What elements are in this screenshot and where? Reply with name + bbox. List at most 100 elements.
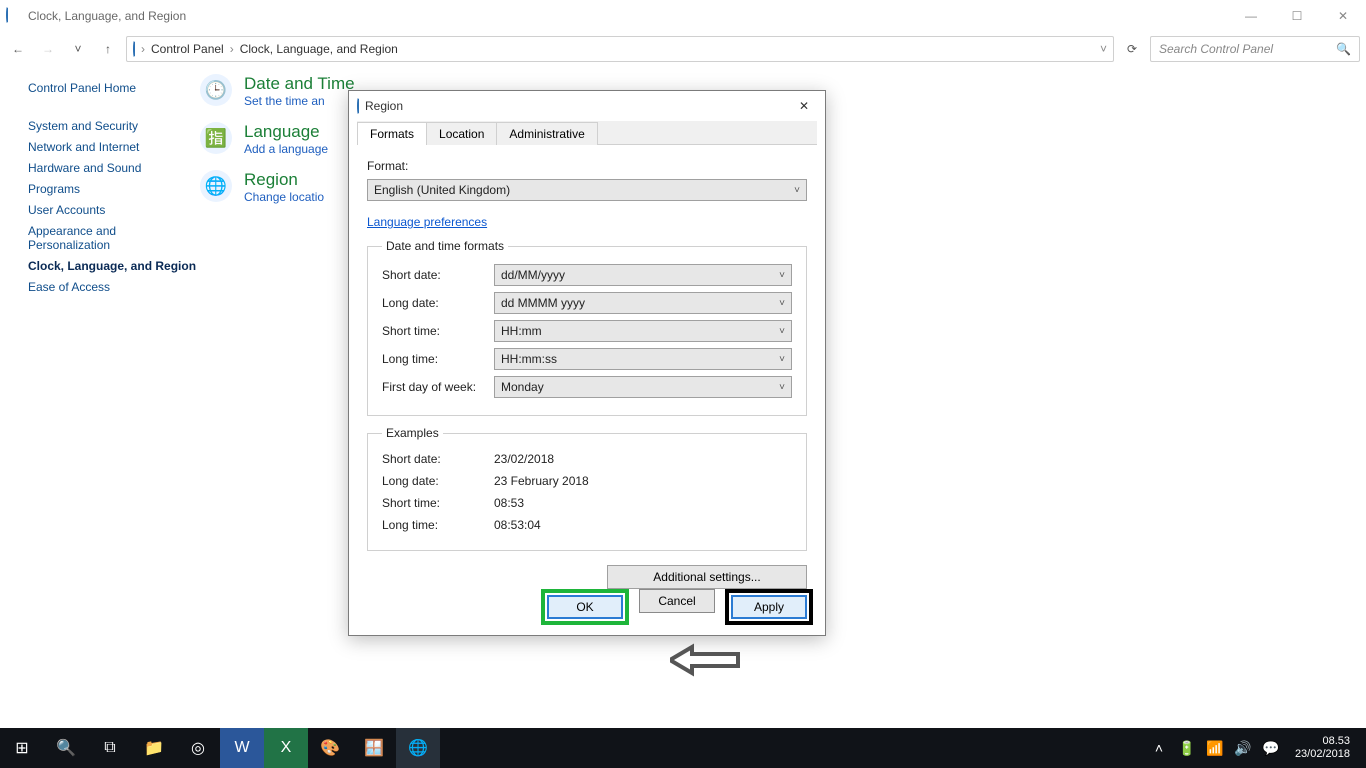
tab-formats[interactable]: Formats (357, 122, 427, 145)
long-time-value: HH:mm:ss (501, 352, 557, 366)
refresh-button[interactable]: ⟳ (1120, 37, 1144, 61)
taskbar-clock[interactable]: 08.53 23/02/2018 (1285, 735, 1360, 761)
category-title[interactable]: Region (244, 170, 324, 190)
sidebar-item-appearance[interactable]: Appearance and Personalization (28, 224, 200, 252)
nav-toolbar: ← → ˅ ↑ › Control Panel › Clock, Languag… (0, 32, 1366, 66)
chrome-icon[interactable]: ◎ (176, 728, 220, 768)
apply-button[interactable]: Apply (731, 595, 807, 619)
excel-icon[interactable]: X (264, 728, 308, 768)
sidebar-item-programs[interactable]: Programs (28, 182, 200, 196)
group-examples: Examples Short date:23/02/2018 Long date… (367, 426, 807, 551)
clock-time: 08.53 (1295, 735, 1350, 748)
ok-button[interactable]: OK (547, 595, 623, 619)
category-title[interactable]: Date and Time (244, 74, 355, 94)
window-title: Clock, Language, and Region (28, 9, 186, 23)
sidebar-item-users[interactable]: User Accounts (28, 203, 200, 217)
cancel-button[interactable]: Cancel (639, 589, 715, 613)
tray-overflow-icon[interactable]: ˄ (1145, 728, 1173, 768)
long-time-label: Long time: (382, 352, 494, 366)
short-date-value: dd/MM/yyyy (501, 268, 565, 282)
start-button[interactable]: ⊞ (0, 728, 44, 768)
format-value: English (United Kingdom) (374, 183, 510, 197)
dialog-close-button[interactable]: ✕ (791, 95, 817, 117)
format-select[interactable]: English (United Kingdom) ˅ (367, 179, 807, 201)
first-day-label: First day of week: (382, 380, 494, 394)
minimize-button[interactable]: — (1228, 0, 1274, 32)
region-dialog: Region ✕ Formats Location Administrative… (348, 90, 826, 636)
battery-icon[interactable]: 🔋 (1173, 728, 1201, 768)
chevron-down-icon: ˅ (779, 326, 785, 337)
short-time-value: HH:mm (501, 324, 542, 338)
word-icon[interactable]: W (220, 728, 264, 768)
close-button[interactable]: ✕ (1320, 0, 1366, 32)
action-center-icon[interactable]: 💬 (1257, 728, 1285, 768)
long-date-label: Long date: (382, 296, 494, 310)
category-date-time[interactable]: 🕒 Date and Time Set the time an (200, 74, 355, 108)
category-sub[interactable]: Change locatio (244, 190, 324, 204)
long-time-select[interactable]: HH:mm:ss ˅ (494, 348, 792, 370)
format-label: Format: (367, 159, 807, 173)
annotation-highlight-ok: OK (541, 589, 629, 625)
paint-icon[interactable]: 🎨 (308, 728, 352, 768)
annotation-arrow-icon (670, 643, 740, 677)
breadcrumb-sep-icon: › (141, 42, 145, 56)
window-icon (6, 8, 22, 24)
category-region[interactable]: 🌐 Region Change locatio (200, 170, 355, 204)
window-titlebar: Clock, Language, and Region — ☐ ✕ (0, 0, 1366, 32)
forward-button[interactable]: → (36, 37, 60, 61)
ex-short-date-value: 23/02/2018 (494, 452, 554, 466)
category-list: 🕒 Date and Time Set the time an 🈯 Langua… (200, 70, 355, 301)
category-sub[interactable]: Set the time an (244, 94, 325, 108)
ex-long-date-label: Long date: (382, 474, 494, 488)
long-date-value: dd MMMM yyyy (501, 296, 585, 310)
maximize-button[interactable]: ☐ (1274, 0, 1320, 32)
chevron-down-icon: ˅ (779, 382, 785, 393)
sidebar-item-home[interactable]: Control Panel Home (28, 81, 200, 95)
search-box[interactable]: Search Control Panel 🔍 (1150, 36, 1360, 62)
category-sub[interactable]: Add a language (244, 142, 328, 156)
short-time-select[interactable]: HH:mm ˅ (494, 320, 792, 342)
search-button[interactable]: 🔍 (44, 728, 88, 768)
breadcrumb-leaf[interactable]: Clock, Language, and Region (240, 42, 398, 56)
language-preferences-link[interactable]: Language preferences (367, 215, 487, 229)
tab-location[interactable]: Location (426, 122, 497, 145)
tab-administrative[interactable]: Administrative (496, 122, 597, 145)
search-icon: 🔍 (1336, 42, 1351, 56)
short-date-select[interactable]: dd/MM/yyyy ˅ (494, 264, 792, 286)
taskview-button[interactable]: ⧉ (88, 728, 132, 768)
ex-short-time-label: Short time: (382, 496, 494, 510)
up-button[interactable]: ↑ (96, 37, 120, 61)
ex-long-time-label: Long time: (382, 518, 494, 532)
wifi-icon[interactable]: 📶 (1201, 728, 1229, 768)
annotation-highlight-apply: Apply (725, 589, 813, 625)
settings-icon[interactable]: 🪟 (352, 728, 396, 768)
additional-settings-button[interactable]: Additional settings... (607, 565, 807, 589)
recent-dropdown[interactable]: ˅ (66, 37, 90, 61)
chevron-down-icon: ˅ (779, 298, 785, 309)
group-caption: Examples (382, 426, 443, 440)
back-button[interactable]: ← (6, 37, 30, 61)
ex-short-date-label: Short date: (382, 452, 494, 466)
sidebar-item-system[interactable]: System and Security (28, 119, 200, 133)
control-panel-icon[interactable]: 🌐 (396, 728, 440, 768)
category-language[interactable]: 🈯 Language Add a language (200, 122, 355, 156)
dialog-titlebar[interactable]: Region ✕ (349, 91, 825, 121)
breadcrumb[interactable]: › Control Panel › Clock, Language, and R… (126, 36, 1114, 62)
short-time-label: Short time: (382, 324, 494, 338)
first-day-value: Monday (501, 380, 544, 394)
category-title[interactable]: Language (244, 122, 328, 142)
explorer-icon[interactable]: 📁 (132, 728, 176, 768)
sidebar-item-clock[interactable]: Clock, Language, and Region (28, 259, 200, 273)
ex-long-time-value: 08:53:04 (494, 518, 541, 532)
sidebar-item-ease[interactable]: Ease of Access (28, 280, 200, 294)
long-date-select[interactable]: dd MMMM yyyy ˅ (494, 292, 792, 314)
dialog-tabs: Formats Location Administrative (357, 121, 817, 145)
sidebar-item-hardware[interactable]: Hardware and Sound (28, 161, 200, 175)
ex-short-time-value: 08:53 (494, 496, 524, 510)
address-dropdown-icon[interactable]: ˅ (1100, 42, 1107, 56)
language-icon: 🈯 (200, 122, 232, 154)
sidebar-item-network[interactable]: Network and Internet (28, 140, 200, 154)
first-day-select[interactable]: Monday ˅ (494, 376, 792, 398)
volume-icon[interactable]: 🔊 (1229, 728, 1257, 768)
breadcrumb-root[interactable]: Control Panel (151, 42, 224, 56)
